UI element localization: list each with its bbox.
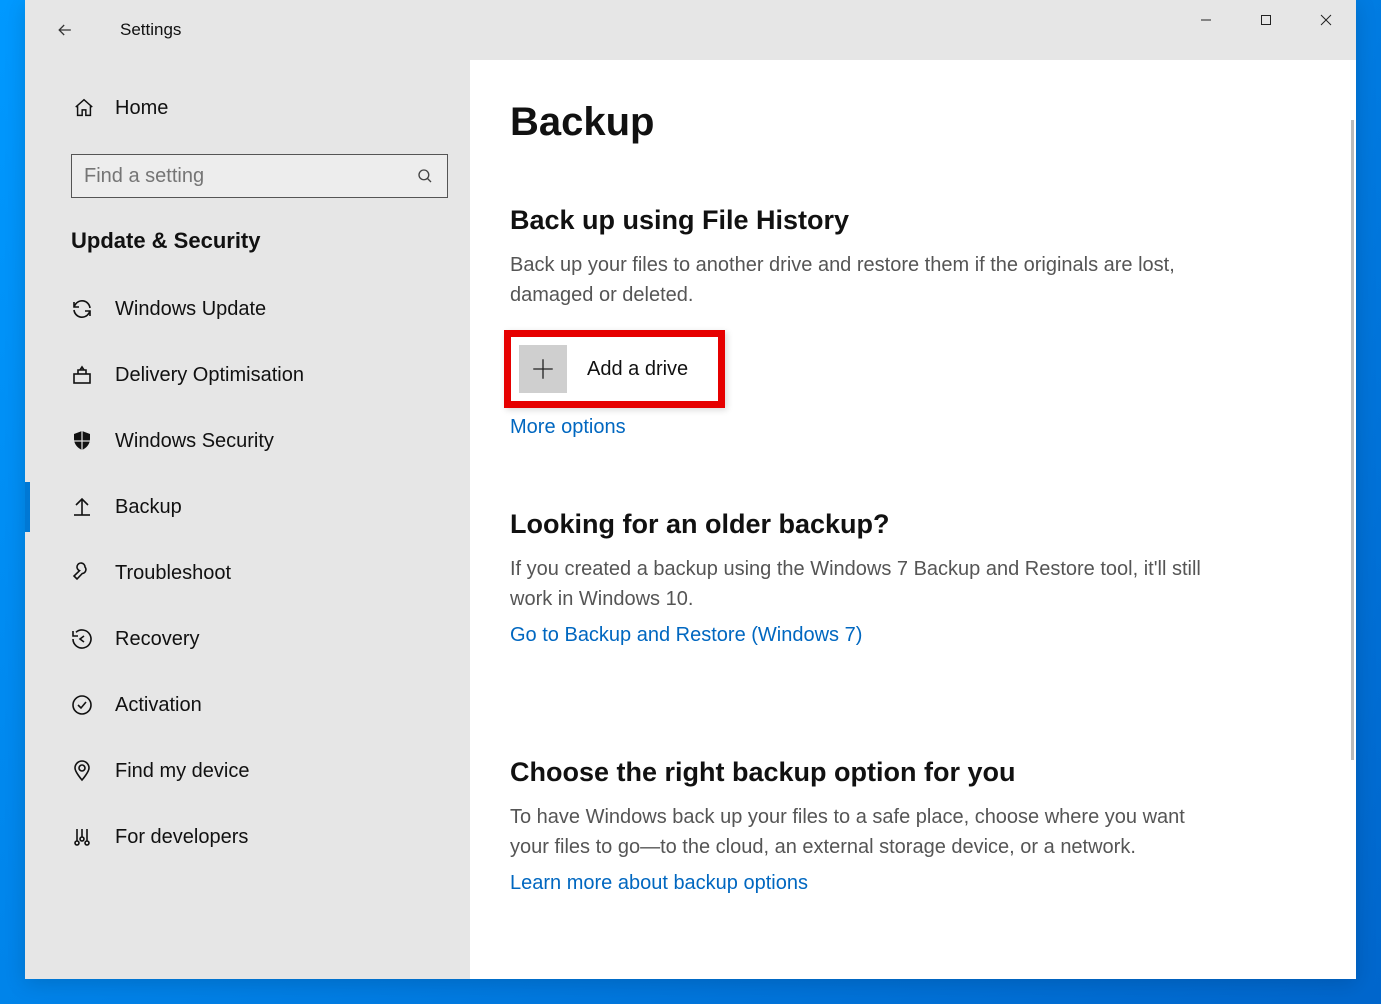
sidebar-item-windows-security[interactable]: Windows Security xyxy=(25,408,470,474)
backup-icon xyxy=(67,495,97,519)
home-label: Home xyxy=(115,97,168,120)
sidebar-item-windows-update[interactable]: Windows Update xyxy=(25,276,470,342)
choose-desc: To have Windows back up your files to a … xyxy=(510,802,1210,862)
sidebar-item-label: Windows Update xyxy=(115,298,266,321)
sidebar-item-recovery[interactable]: Recovery xyxy=(25,606,470,672)
titlebar: Settings xyxy=(25,0,1356,60)
search-input[interactable] xyxy=(71,154,448,198)
back-button[interactable] xyxy=(40,0,90,60)
sidebar-item-find-my-device[interactable]: Find my device xyxy=(25,738,470,804)
content-pane: Backup Back up using File History Back u… xyxy=(470,60,1356,979)
choose-link[interactable]: Learn more about backup options xyxy=(510,872,808,895)
scrollbar[interactable] xyxy=(1351,120,1354,760)
sidebar-item-label: Backup xyxy=(115,496,182,519)
sidebar-item-label: Windows Security xyxy=(115,430,274,453)
maximize-icon xyxy=(1260,14,1272,26)
home-button[interactable]: Home xyxy=(25,80,470,136)
sidebar-item-label: Find my device xyxy=(115,760,250,783)
sidebar-item-activation[interactable]: Activation xyxy=(25,672,470,738)
delivery-icon xyxy=(67,363,97,387)
maximize-button[interactable] xyxy=(1236,0,1296,40)
add-drive-button[interactable]: Add a drive xyxy=(504,330,725,408)
filehistory-heading: Back up using File History xyxy=(510,205,1296,236)
close-icon xyxy=(1320,14,1332,26)
sidebar-item-for-developers[interactable]: For developers xyxy=(25,804,470,870)
search-wrap xyxy=(71,154,448,198)
settings-window: Settings Home Update & Security xyxy=(25,0,1356,979)
sidebar-item-label: Troubleshoot xyxy=(115,562,231,585)
developers-icon xyxy=(67,825,97,849)
sidebar-item-label: For developers xyxy=(115,826,248,849)
sidebar-item-delivery-optimisation[interactable]: Delivery Optimisation xyxy=(25,342,470,408)
minimize-icon xyxy=(1200,14,1212,26)
more-options-link[interactable]: More options xyxy=(510,416,626,439)
plus-icon xyxy=(519,345,567,393)
add-drive-label: Add a drive xyxy=(587,358,688,381)
location-icon xyxy=(67,759,97,783)
minimize-button[interactable] xyxy=(1176,0,1236,40)
sidebar-section-heading: Update & Security xyxy=(25,216,470,276)
sidebar-item-troubleshoot[interactable]: Troubleshoot xyxy=(25,540,470,606)
older-desc: If you created a backup using the Window… xyxy=(510,554,1210,614)
filehistory-desc: Back up your files to another drive and … xyxy=(510,250,1210,310)
close-button[interactable] xyxy=(1296,0,1356,40)
sidebar-item-label: Activation xyxy=(115,694,202,717)
older-link[interactable]: Go to Backup and Restore (Windows 7) xyxy=(510,624,862,647)
choose-heading: Choose the right backup option for you xyxy=(510,757,1296,788)
recovery-icon xyxy=(67,627,97,651)
sidebar-item-label: Delivery Optimisation xyxy=(115,364,304,387)
window-controls xyxy=(1176,0,1356,40)
sync-icon xyxy=(67,297,97,321)
shield-icon xyxy=(67,429,97,453)
home-icon xyxy=(71,97,97,119)
window-title: Settings xyxy=(120,20,181,40)
search-icon xyxy=(416,167,434,185)
sidebar-item-label: Recovery xyxy=(115,628,199,651)
wrench-icon xyxy=(67,561,97,585)
page-title: Backup xyxy=(510,100,1296,145)
check-circle-icon xyxy=(67,693,97,717)
sidebar-item-backup[interactable]: Backup xyxy=(25,474,470,540)
older-heading: Looking for an older backup? xyxy=(510,509,1296,540)
arrow-left-icon xyxy=(55,20,75,40)
sidebar: Home Update & Security Windows Update xyxy=(25,60,470,979)
